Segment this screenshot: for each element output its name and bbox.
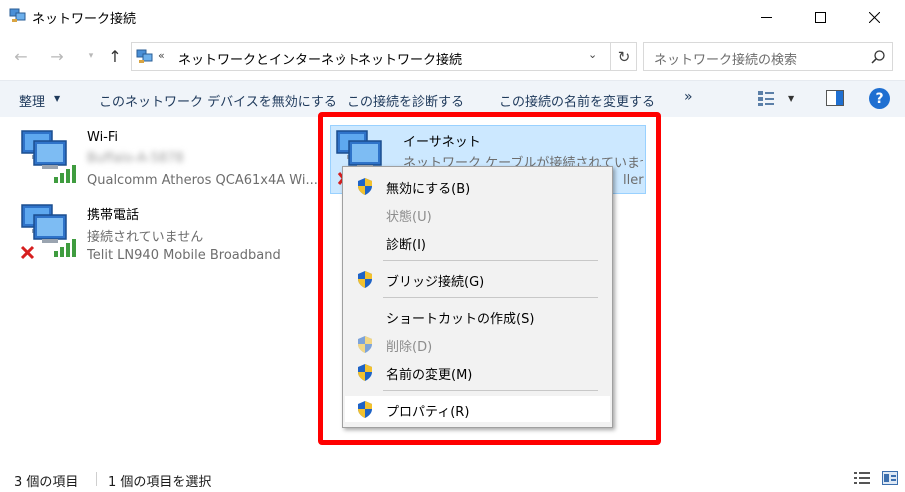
title-bar: ネットワーク接続: [0, 0, 905, 34]
search-placeholder: ネットワーク接続の検索: [654, 53, 798, 68]
back-button[interactable]: ←: [10, 46, 32, 66]
diagnose-connection-button[interactable]: この接続を診断する: [347, 91, 464, 110]
up-button[interactable]: ↑: [104, 46, 126, 66]
menu-item-disable[interactable]: 無効にする(B): [345, 173, 610, 199]
selected-count: 1 個の項目を選択: [108, 475, 212, 490]
disable-device-button[interactable]: このネットワーク デバイスを無効にする: [99, 91, 337, 110]
details-view-icon[interactable]: [854, 471, 870, 485]
breadcrumb-separator[interactable]: ›: [340, 49, 344, 62]
connection-name: 携帯電話: [87, 208, 140, 223]
connection-device: Telit LN940 Mobile Broadband: [87, 248, 281, 263]
network-connections-icon: [136, 49, 153, 63]
menu-item-label: 診断(I): [386, 238, 426, 253]
up-arrow-icon: ↑: [108, 46, 122, 66]
menu-item-diagnose[interactable]: 診断(I): [345, 229, 610, 255]
connection-status: Buffalo-A-5878: [87, 151, 184, 166]
address-bar[interactable]: « ネットワークとインターネット › ネットワーク接続 ⌄ ↻: [131, 42, 637, 71]
status-bar: 3 個の項目 1 個の項目を選択: [0, 464, 905, 492]
window-title: ネットワーク接続: [32, 12, 137, 27]
breadcrumb-network-connections[interactable]: ネットワーク接続: [358, 49, 462, 68]
forward-arrow-icon: →: [50, 46, 64, 66]
cellular-disconnected-icon: [20, 204, 76, 260]
tiles-view-icon[interactable]: [882, 471, 898, 485]
connection-status: 接続されていません: [87, 230, 204, 245]
maximize-button[interactable]: [797, 0, 843, 34]
uac-shield-icon: [358, 178, 372, 195]
preview-pane-icon[interactable]: [826, 90, 844, 106]
uac-shield-icon: [358, 401, 372, 418]
menu-item-label: 名前の変更(M): [386, 368, 473, 383]
context-menu: 無効にする(B) 状態(U) 診断(I) ブリッジ接続(G) ショートカットの作…: [342, 166, 613, 428]
change-view-icon[interactable]: [757, 89, 775, 107]
navigation-bar: ← → ▾ ↑ « ネットワークとインターネット › ネットワーク接続 ⌄ ↻ …: [0, 38, 905, 74]
connection-device: Qualcomm Atheros QCA61x4A Wi...: [87, 173, 318, 188]
menu-item-status[interactable]: 状態(U): [345, 201, 610, 227]
minimize-icon: [760, 16, 772, 18]
connection-name: Wi-Fi: [87, 130, 119, 145]
address-dropdown-icon[interactable]: ⌄: [588, 48, 597, 61]
back-arrow-icon: ←: [14, 46, 28, 66]
menu-item-label: 状態(U): [386, 210, 432, 225]
item-count: 3 個の項目: [14, 475, 79, 490]
menu-separator: [383, 390, 598, 391]
menu-item-label: 無効にする(B): [386, 182, 471, 197]
recent-locations-button[interactable]: ▾: [84, 46, 98, 66]
menu-item-create-shortcut[interactable]: ショートカットの作成(S): [345, 303, 610, 329]
menu-item-bridge[interactable]: ブリッジ接続(G): [345, 266, 610, 292]
search-input[interactable]: ネットワーク接続の検索: [643, 42, 893, 71]
menu-separator: [383, 260, 598, 261]
network-connections-icon: [9, 8, 26, 22]
connection-item-wifi[interactable]: Wi-Fi Buffalo-A-5878 Qualcomm Atheros QC…: [18, 125, 328, 193]
organize-button[interactable]: 整理: [19, 91, 45, 110]
menu-separator: [383, 297, 598, 298]
uac-shield-icon: [358, 336, 372, 353]
maximize-icon: [814, 11, 826, 23]
uac-shield-icon: [358, 271, 372, 288]
minimize-button[interactable]: [743, 0, 789, 34]
close-icon: [868, 11, 880, 23]
view-options-dropdown[interactable]: ▼: [788, 94, 794, 103]
help-icon[interactable]: ?: [869, 88, 890, 109]
chevron-down-icon[interactable]: ▼: [54, 94, 60, 103]
status-divider: [96, 472, 97, 486]
menu-item-label: 削除(D): [386, 340, 433, 355]
rename-connection-button[interactable]: この接続の名前を変更する: [499, 91, 655, 110]
breadcrumb-network-and-internet[interactable]: ネットワークとインターネット: [178, 49, 360, 68]
uac-shield-icon: [358, 364, 372, 381]
menu-item-rename[interactable]: 名前の変更(M): [345, 359, 610, 385]
search-icon[interactable]: [870, 49, 886, 65]
connection-item-cellular[interactable]: 携帯電話 接続されていません Telit LN940 Mobile Broadb…: [18, 199, 328, 267]
chevron-down-icon: ▾: [88, 51, 94, 61]
refresh-button[interactable]: ↻: [610, 43, 637, 70]
menu-item-label: ショートカットの作成(S): [386, 312, 535, 327]
close-button[interactable]: [851, 0, 897, 34]
wifi-signal-icon: [21, 130, 76, 183]
menu-item-delete[interactable]: 削除(D): [345, 331, 610, 357]
menu-item-label: ブリッジ接続(G): [386, 275, 485, 290]
forward-button[interactable]: →: [46, 46, 68, 66]
refresh-icon: ↻: [617, 47, 631, 66]
menu-item-label: プロパティ(R): [386, 405, 470, 420]
breadcrumb-overflow[interactable]: «: [158, 49, 165, 62]
menu-item-properties[interactable]: プロパティ(R): [345, 396, 610, 422]
more-commands-button[interactable]: »: [684, 89, 693, 105]
